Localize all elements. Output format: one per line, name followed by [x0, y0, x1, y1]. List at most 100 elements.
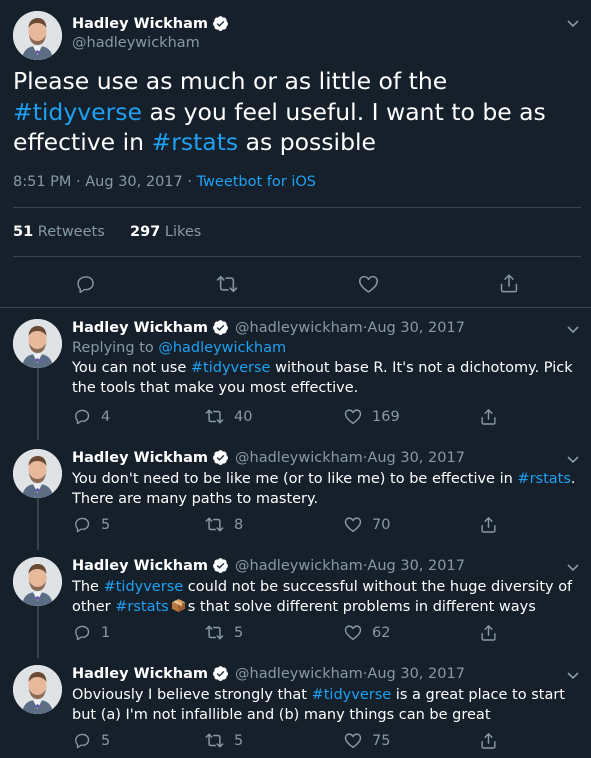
reply-header: Hadley Wickham @hadleywickham · Aug 30, … [72, 319, 465, 336]
like-icon [344, 409, 362, 424]
tweet-timestamp: 8:51 PM · Aug 30, 2017 · Tweetbot for iO… [13, 174, 316, 190]
share-icon [481, 517, 496, 533]
like-button[interactable]: 70 [344, 516, 390, 533]
reply-icon [75, 625, 90, 641]
like-count: 75 [372, 732, 391, 749]
verified-icon [212, 665, 229, 682]
avatar[interactable] [13, 11, 62, 60]
source-link[interactable]: Tweetbot for iOS [197, 174, 316, 190]
reply-button[interactable]: 5 [74, 516, 110, 533]
tweet-time[interactable]: 8:51 PM [13, 174, 71, 190]
retweet-button[interactable]: 5 [205, 732, 243, 749]
hashtag-link[interactable]: #tidyverse [104, 579, 184, 595]
retweet-button[interactable] [216, 274, 238, 294]
tweet-date[interactable]: Aug 30, 2017 [85, 174, 183, 190]
share-button[interactable] [480, 732, 497, 750]
avatar[interactable] [13, 665, 62, 714]
avatar[interactable] [13, 319, 62, 368]
author-handle[interactable]: @hadleywickham [235, 558, 363, 574]
reply-button[interactable] [76, 274, 96, 294]
hashtag-link[interactable]: #rstats [152, 128, 239, 156]
like-button[interactable]: 75 [344, 732, 390, 749]
share-button[interactable] [499, 273, 519, 294]
like-icon [344, 733, 362, 748]
hashtag-link[interactable]: #tidyverse [13, 98, 142, 126]
share-icon [481, 733, 496, 749]
retweets-stat[interactable]: 51 Retweets [13, 224, 105, 240]
tweet-text: You don't need to be like me (or to like… [72, 471, 576, 507]
divider [13, 256, 581, 257]
hashtag-link[interactable]: #rstats [517, 471, 570, 487]
tweet-stats: 51 Retweets 297 Likes [13, 224, 201, 240]
like-icon [359, 275, 378, 293]
retweet-button[interactable]: 5 [205, 624, 243, 641]
chevron-down-icon[interactable] [566, 667, 580, 681]
like-button[interactable] [358, 274, 379, 294]
chevron-down-icon[interactable] [566, 15, 580, 29]
reply-count: 4 [101, 408, 111, 425]
tweet-date[interactable]: Aug 30, 2017 [367, 558, 465, 574]
tweet-text: Please use as much or as little of the #… [13, 67, 546, 156]
verified-icon [212, 15, 229, 32]
like-count: 169 [372, 408, 400, 425]
thread-line [37, 606, 39, 658]
avatar[interactable] [13, 449, 62, 498]
like-count: 62 [372, 624, 391, 641]
hashtag-link[interactable]: #tidyverse [191, 360, 271, 376]
share-button[interactable] [480, 408, 497, 426]
author-name[interactable]: Hadley Wickham [72, 320, 208, 336]
divider [13, 207, 581, 208]
reply-icon [77, 276, 94, 294]
reply-header: Hadley Wickham @hadleywickham · Aug 30, … [72, 557, 465, 574]
tweet-text: Obviously I believe strongly that #tidyv… [72, 687, 565, 723]
author-handle[interactable]: @hadleywickham [235, 320, 363, 336]
chevron-down-icon[interactable] [566, 321, 580, 335]
reply-count: 5 [101, 516, 111, 533]
verified-icon [212, 319, 229, 336]
author-handle[interactable]: @hadleywickham [235, 666, 363, 682]
mention-link[interactable]: @hadleywickham [158, 340, 286, 356]
tweet-date[interactable]: Aug 30, 2017 [367, 666, 465, 682]
tweet-text: You can not use #tidyverse without base … [72, 360, 573, 396]
author-handle[interactable]: @hadleywickham [235, 450, 363, 466]
retweet-count: 40 [234, 408, 253, 425]
like-button[interactable]: 62 [344, 624, 390, 641]
like-icon [344, 517, 362, 532]
reply-button[interactable]: 4 [74, 408, 110, 425]
author-name[interactable]: Hadley Wickham [72, 16, 208, 32]
share-icon [500, 274, 518, 293]
like-button[interactable]: 169 [344, 408, 400, 425]
tweet-date[interactable]: Aug 30, 2017 [367, 450, 465, 466]
tweet-text: The #tidyverse could not be successful w… [72, 579, 573, 615]
like-icon [344, 625, 362, 640]
retweet-icon [205, 625, 224, 640]
hashtag-link[interactable]: #tidyverse [312, 687, 392, 703]
reply-header: Hadley Wickham @hadleywickham · Aug 30, … [72, 665, 465, 682]
author-name[interactable]: Hadley Wickham [72, 558, 208, 574]
retweet-button[interactable]: 40 [205, 408, 252, 425]
retweet-button[interactable]: 8 [205, 516, 243, 533]
reply-count: 1 [101, 624, 111, 641]
likes-stat[interactable]: 297 Likes [130, 224, 201, 240]
reply-button[interactable]: 1 [74, 624, 110, 641]
share-button[interactable] [480, 516, 497, 534]
author-name[interactable]: Hadley Wickham [72, 666, 208, 682]
retweet-count: 8 [234, 516, 244, 533]
retweet-count: 5 [234, 732, 244, 749]
reply-button[interactable]: 5 [74, 732, 110, 749]
divider [0, 307, 591, 308]
chevron-down-icon[interactable] [566, 559, 580, 573]
tweet-date[interactable]: Aug 30, 2017 [367, 320, 465, 336]
verified-icon [212, 557, 229, 574]
hashtag-link[interactable]: #rstats [115, 599, 168, 615]
share-button[interactable] [480, 624, 497, 642]
author-name[interactable]: Hadley Wickham [72, 450, 208, 466]
chevron-down-icon[interactable] [566, 451, 580, 465]
avatar[interactable] [13, 557, 62, 606]
reply-count: 5 [101, 732, 111, 749]
author-handle[interactable]: @hadleywickham [72, 35, 200, 51]
retweet-icon [205, 409, 224, 424]
reply-icon [75, 409, 90, 425]
verified-icon [212, 449, 229, 466]
share-icon [481, 625, 496, 641]
